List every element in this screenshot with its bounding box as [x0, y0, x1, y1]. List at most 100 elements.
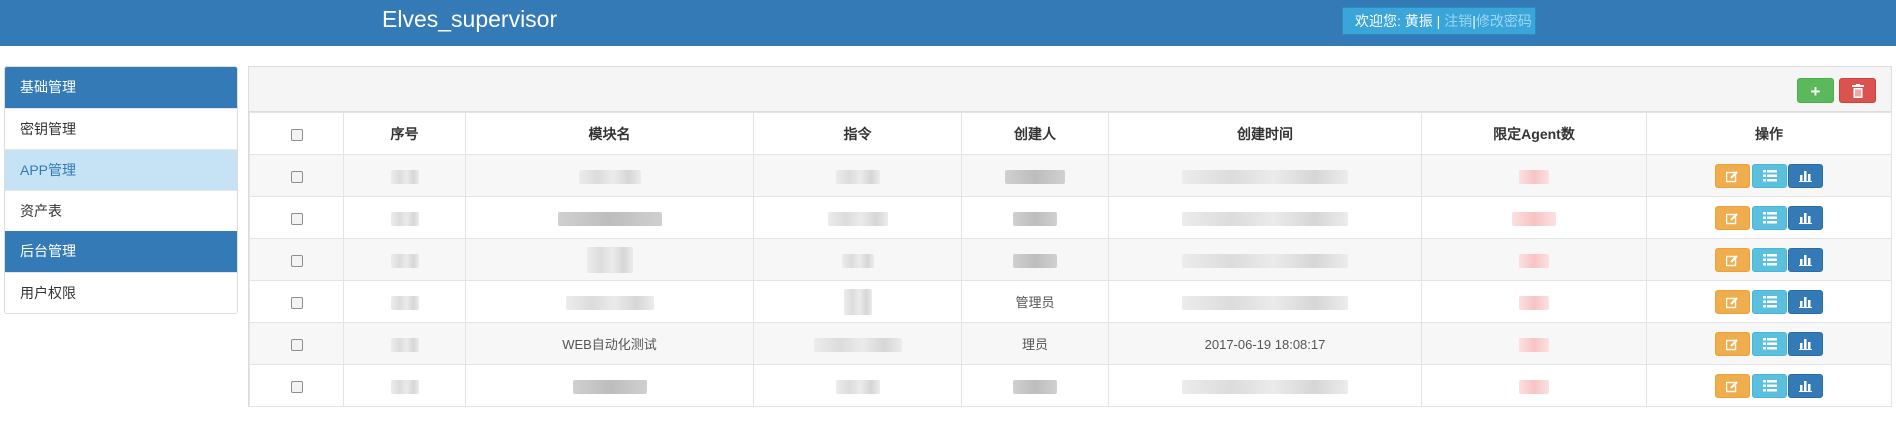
stats-button[interactable]: [1788, 163, 1824, 188]
table-row: [249, 196, 1892, 239]
app-table: 序号 模块名 指令 创建人 创建时间 限定Agent数 操作 管理员 WEB自动…: [249, 112, 1892, 407]
redacted-command: [813, 337, 902, 352]
table-toolbar: +: [249, 67, 1891, 112]
row-checkbox[interactable]: [290, 296, 303, 309]
module-cell: WEB自动化测试: [562, 337, 657, 352]
sidebar-item-app-management[interactable]: APP管理: [5, 149, 237, 190]
trash-icon: [1851, 84, 1864, 98]
edit-button[interactable]: [1714, 373, 1750, 398]
table-row: WEB自动化测试 理员 2017-06-19 18:08:17: [249, 322, 1892, 365]
detail-list-button[interactable]: [1751, 205, 1787, 230]
row-checkbox[interactable]: [290, 254, 303, 267]
stats-button[interactable]: [1788, 331, 1824, 356]
edit-button[interactable]: [1714, 163, 1750, 188]
edit-icon: [1725, 212, 1738, 224]
detail-list-button[interactable]: [1751, 163, 1787, 188]
detail-list-button[interactable]: [1751, 247, 1787, 272]
bar-chart-icon: [1799, 338, 1813, 350]
table-row: [249, 238, 1892, 281]
stats-button[interactable]: [1788, 205, 1824, 230]
brand-title[interactable]: Elves_supervisor: [382, 6, 557, 33]
sidebar-item-key-management[interactable]: 密钥管理: [5, 108, 237, 149]
edit-icon: [1725, 338, 1738, 350]
col-header-agent-limit[interactable]: 限定Agent数: [1421, 112, 1647, 155]
row-checkbox[interactable]: [290, 380, 303, 393]
redacted-creator: [1013, 211, 1057, 226]
redacted-time: [1182, 379, 1348, 394]
stats-button[interactable]: [1788, 289, 1824, 314]
detail-list-button[interactable]: [1751, 289, 1787, 314]
edit-button[interactable]: [1714, 331, 1750, 356]
sidebar-item-user-permissions[interactable]: 用户权限: [5, 272, 237, 313]
redacted-agent-limit: [1519, 379, 1549, 394]
list-icon: [1762, 211, 1777, 223]
redacted-agent-limit: [1519, 337, 1549, 352]
redacted-creator: [1013, 253, 1057, 268]
row-checkbox[interactable]: [290, 212, 303, 225]
redacted-index: [390, 337, 419, 352]
sidebar-header-basic[interactable]: 基础管理: [5, 67, 237, 108]
redacted-command: [835, 169, 880, 184]
col-header-created-time[interactable]: 创建时间: [1108, 112, 1422, 155]
redacted-module: [578, 169, 641, 184]
list-icon: [1762, 295, 1777, 307]
col-header-module[interactable]: 模块名: [465, 112, 754, 155]
edit-icon: [1725, 170, 1738, 182]
table-row: [249, 364, 1892, 407]
redacted-creator: [1013, 379, 1057, 394]
sidebar-item-assets[interactable]: 资产表: [5, 190, 237, 231]
stats-button[interactable]: [1788, 373, 1824, 398]
redacted-index: [390, 169, 419, 184]
edit-icon: [1725, 254, 1738, 266]
list-icon: [1762, 337, 1777, 349]
redacted-module: [565, 295, 654, 310]
app-table-panel: + 序号 模块名 指令 创建人 创建时间 限定Agent数 操作 管理员 WEB…: [248, 66, 1892, 407]
col-header-creator[interactable]: 创建人: [961, 112, 1109, 155]
change-password-link[interactable]: 修改密码: [1476, 13, 1532, 29]
redacted-agent-limit: [1519, 295, 1549, 310]
redacted-index: [390, 253, 419, 268]
list-icon: [1762, 169, 1777, 181]
top-navbar: Elves_supervisor 欢迎您: 黄振 | 注销|修改密码: [0, 0, 1896, 46]
logout-link[interactable]: 注销: [1444, 13, 1472, 29]
list-icon: [1762, 379, 1777, 391]
creator-cell: 管理员: [1015, 295, 1055, 310]
edit-button[interactable]: [1714, 289, 1750, 314]
edit-icon: [1725, 380, 1738, 392]
stats-button[interactable]: [1788, 247, 1824, 272]
table-row: [249, 154, 1892, 197]
col-header-index[interactable]: 序号: [343, 112, 466, 155]
detail-list-button[interactable]: [1751, 331, 1787, 356]
redacted-index: [390, 295, 419, 310]
row-checkbox[interactable]: [290, 338, 303, 351]
bar-chart-icon: [1799, 254, 1813, 266]
redacted-module: [572, 379, 647, 394]
table-header-row: 序号 模块名 指令 创建人 创建时间 限定Agent数 操作: [249, 112, 1892, 155]
redacted-agent-limit: [1519, 253, 1549, 268]
created-time-cell: 2017-06-19 18:08:17: [1204, 336, 1326, 352]
detail-list-button[interactable]: [1751, 373, 1787, 398]
col-header-command[interactable]: 指令: [753, 112, 962, 155]
redacted-agent-limit: [1519, 169, 1549, 184]
list-icon: [1762, 253, 1777, 265]
table-row: 管理员: [249, 280, 1892, 323]
edit-button[interactable]: [1714, 205, 1750, 230]
redacted-time: [1182, 211, 1348, 226]
add-button[interactable]: +: [1797, 78, 1834, 103]
row-checkbox[interactable]: [290, 170, 303, 183]
plus-icon: +: [1810, 82, 1821, 101]
sidebar-header-backend[interactable]: 后台管理: [5, 231, 237, 272]
redacted-agent-limit: [1512, 211, 1556, 226]
redacted-creator: [1005, 169, 1065, 184]
delete-button[interactable]: [1839, 78, 1876, 103]
select-all-cell: [249, 112, 344, 155]
bar-chart-icon: [1799, 380, 1813, 392]
edit-button[interactable]: [1714, 247, 1750, 272]
select-all-checkbox[interactable]: [290, 128, 303, 141]
redacted-command: [827, 211, 888, 226]
redacted-index: [390, 379, 419, 394]
redacted-command: [835, 379, 880, 394]
redacted-index: [390, 211, 419, 226]
redacted-time: [1182, 295, 1348, 310]
edit-icon: [1725, 296, 1738, 308]
